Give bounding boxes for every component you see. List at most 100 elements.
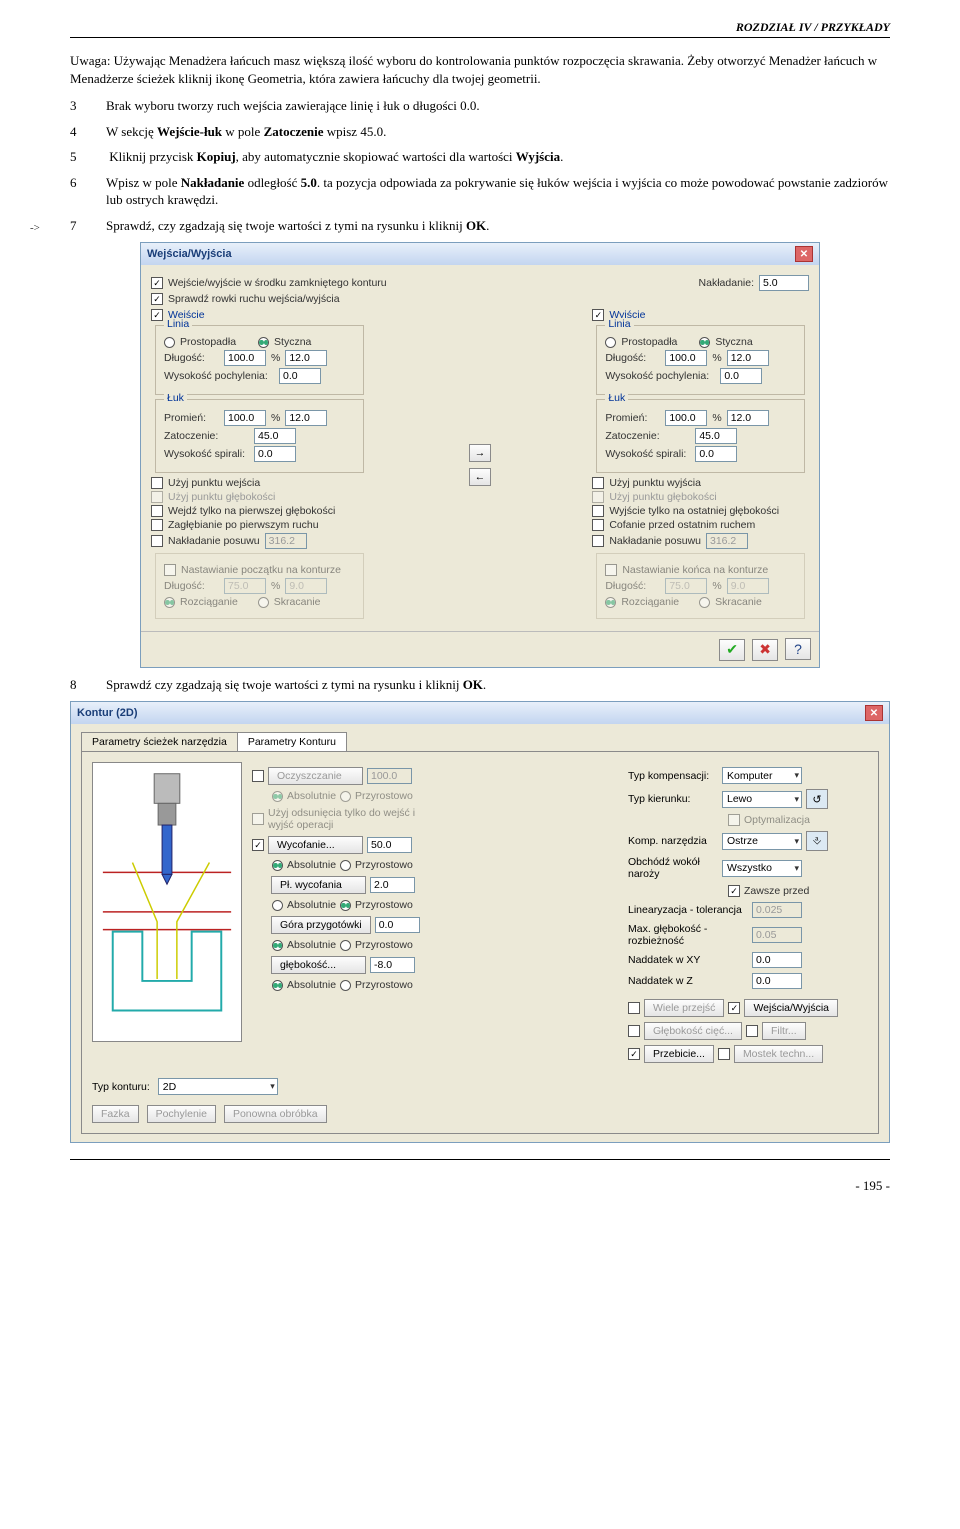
cb-filter[interactable] [746, 1025, 758, 1037]
cb-retract[interactable]: ✓ [252, 839, 264, 851]
exit-len-pct[interactable]: 100.0 [665, 350, 707, 366]
lbl-entry-depth: Użyj punktu głębokości [168, 491, 275, 503]
toolpath-diagram [92, 762, 242, 1042]
ok-button[interactable]: ✔ [719, 639, 745, 661]
cb-exit-adj[interactable] [605, 564, 617, 576]
rb-depth-abs[interactable] [272, 980, 283, 991]
copy-right-button[interactable]: → [469, 444, 491, 462]
rb-depth-inc[interactable] [340, 980, 351, 991]
btn-break[interactable]: Przebicie... [644, 1045, 714, 1063]
rb-top-inc[interactable] [340, 940, 351, 951]
step-4: 4W sekcję Wejście-łuk w pole Zatoczenie … [88, 123, 890, 141]
cb-entry-plunge[interactable] [151, 519, 163, 531]
rb-exit-perp[interactable] [605, 337, 616, 348]
lbl-entry-rad: Promień: [164, 412, 219, 424]
entry-len-pct[interactable]: 100.0 [224, 350, 266, 366]
rb-top-abs[interactable] [272, 940, 283, 951]
entry-helix[interactable]: 0.0 [254, 446, 296, 462]
help-button[interactable]: ? [785, 638, 811, 660]
rb-entry-tang[interactable] [258, 337, 269, 348]
exit-adj-pct: 75.0 [665, 578, 707, 594]
btn-depthcuts: Głębokość cięć... [644, 1022, 742, 1040]
sel-corner[interactable]: Wszystko [722, 860, 802, 877]
cb-entry-first[interactable] [151, 505, 163, 517]
cb-entry-pt[interactable] [151, 477, 163, 489]
retrplane-val[interactable]: 2.0 [370, 877, 415, 893]
exit-ang[interactable]: 0.0 [720, 368, 762, 384]
sel-contourtype[interactable]: 2D [158, 1078, 278, 1095]
cb-entry-adj[interactable] [164, 564, 176, 576]
exit-rad-abs[interactable]: 12.0 [727, 410, 769, 426]
btn-filter: Filtr... [762, 1022, 806, 1040]
rb-retp-abs[interactable] [272, 900, 283, 911]
btn-topstock[interactable]: Góra przygotówki [271, 916, 371, 934]
steps-list: 3Brak wyboru tworzy ruch wejścia zawiera… [70, 97, 890, 234]
cb-break[interactable]: ✓ [628, 1048, 640, 1060]
depth-val[interactable]: -8.0 [370, 957, 415, 973]
exit-sweep[interactable]: 45.0 [695, 428, 737, 444]
grp-entry-adj: Nastawianie początku na konturze Długość… [155, 553, 364, 619]
cb-tabs[interactable] [718, 1048, 730, 1060]
cancel-button[interactable]: ✖ [752, 639, 778, 661]
btn-depth[interactable]: głębokość... [271, 956, 366, 974]
rb-retp-inc[interactable] [340, 900, 351, 911]
lbl-useoff: Użyj odsunięcia tylko do wejść i wyjść o… [268, 807, 418, 831]
cb-exit-retract[interactable] [592, 519, 604, 531]
tab-toolpath[interactable]: Parametry ścieżek narzędzia [81, 732, 238, 751]
exit-len-abs[interactable]: 12.0 [727, 350, 769, 366]
cb-check[interactable]: ✓ [151, 293, 163, 305]
cb-leadio[interactable]: ✓ [728, 1002, 740, 1014]
cb-exit-pt[interactable] [592, 477, 604, 489]
sel-dir[interactable]: Lewo [722, 791, 802, 808]
cb-clean[interactable] [252, 770, 264, 782]
margin-indicator: -> [30, 222, 40, 234]
copy-left-button[interactable]: ← [469, 468, 491, 486]
btn-retract[interactable]: Wycofanie... [268, 836, 363, 854]
cb-exit-feedover[interactable] [592, 535, 604, 547]
entry-sweep[interactable]: 45.0 [254, 428, 296, 444]
lbl-exit-rad: Promień: [605, 412, 660, 424]
rb-entry-perp[interactable] [164, 337, 175, 348]
cb-exit-enable[interactable]: ✓ [592, 309, 604, 321]
cb-entry-feedover[interactable] [151, 535, 163, 547]
lbl-always: Zawsze przed [744, 885, 809, 897]
lbl-exit-ext: Rozciąganie [621, 596, 679, 608]
lbl-comp: Typ kompensacji: [628, 770, 718, 782]
lbl-pct3: % [271, 580, 280, 592]
exit-rad-pct[interactable]: 100.0 [665, 410, 707, 426]
cb-always[interactable]: ✓ [728, 885, 740, 897]
tabs: Parametry ścieżek narzędzia Parametry Ko… [81, 732, 879, 751]
rb-retr-inc[interactable] [340, 860, 351, 871]
entry-ang[interactable]: 0.0 [279, 368, 321, 384]
exit-helix[interactable]: 0.0 [695, 446, 737, 462]
close-icon-contour[interactable]: ✕ [865, 705, 883, 721]
cb-entry-enable[interactable]: ✓ [151, 309, 163, 321]
cb-useoff [252, 813, 264, 825]
entry-rad-pct[interactable]: 100.0 [224, 410, 266, 426]
close-icon[interactable]: ✕ [795, 246, 813, 262]
lbl-cb-check: Sprawdź rowki ruchu wejścia/wyjścia [168, 293, 340, 305]
rb-retr-abs[interactable] [272, 860, 283, 871]
rb-exit-tang[interactable] [699, 337, 710, 348]
btn-leadio[interactable]: Wejścia/Wyjścia [744, 999, 838, 1017]
btn-multi: Wiele przejść [644, 999, 724, 1017]
nz-val[interactable]: 0.0 [752, 973, 802, 989]
entry-rad-abs[interactable]: 12.0 [285, 410, 327, 426]
nxy-val[interactable]: 0.0 [752, 952, 802, 968]
btn-retrplane[interactable]: Pł. wycofania [271, 876, 366, 894]
topstock-val[interactable]: 0.0 [375, 917, 420, 933]
lbl-contourtype: Typ konturu: [92, 1081, 150, 1093]
sel-toolcomp[interactable]: Ostrze [722, 833, 802, 850]
retract-val[interactable]: 50.0 [367, 837, 412, 853]
sel-comp[interactable]: Komputer [722, 767, 802, 784]
lbl-abs5: Absolutnie [287, 979, 336, 991]
lbl-nz: Naddatek w Z [628, 975, 748, 987]
cb-depthcuts[interactable] [628, 1025, 640, 1037]
tab-contour[interactable]: Parametry Konturu [237, 732, 347, 751]
overlap-field[interactable]: 5.0 [759, 275, 809, 291]
cb-exit-last[interactable] [592, 505, 604, 517]
cb-multi[interactable] [628, 1002, 640, 1014]
cb-center[interactable]: ✓ [151, 277, 163, 289]
lbl-exit-tang: Styczna [715, 336, 752, 348]
entry-len-abs[interactable]: 12.0 [285, 350, 327, 366]
